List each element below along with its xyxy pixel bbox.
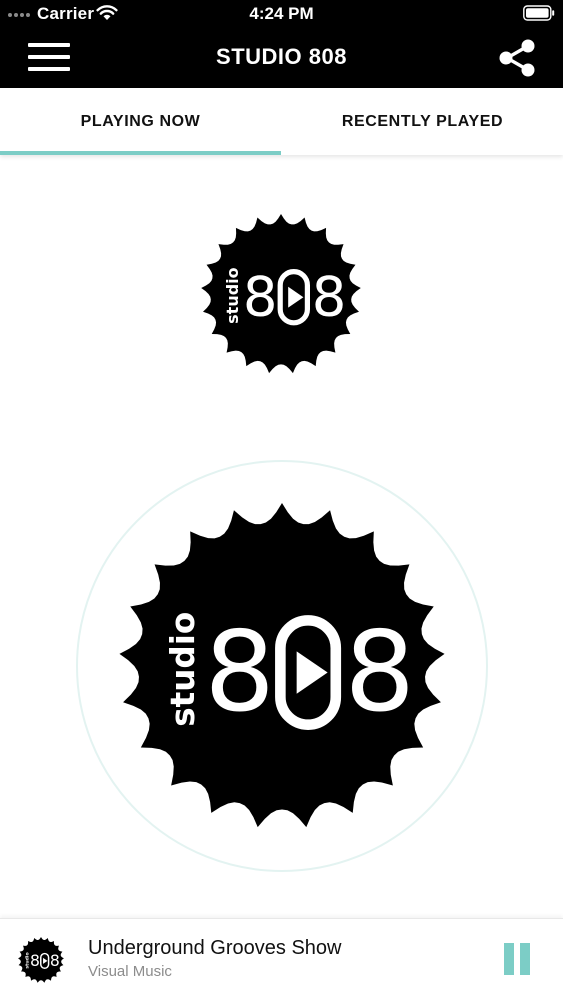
logo-word: studio (164, 612, 202, 727)
station-logo-small: studio 8 8 (201, 214, 361, 374)
logo-digit-left: 8 (30, 951, 40, 970)
active-tab-indicator (0, 151, 281, 155)
share-icon[interactable] (498, 38, 536, 78)
mini-player[interactable]: studio 8 8 Underground Grooves Show Visu… (0, 918, 563, 1000)
station-logo-thumbnail: studio 8 8 (18, 937, 64, 983)
battery-icon (523, 5, 555, 21)
pause-icon[interactable] (504, 943, 532, 975)
page-title: STUDIO 808 (216, 44, 347, 69)
status-time: 4:24 PM (249, 4, 314, 23)
logo-digit-left: 8 (204, 608, 275, 737)
logo-digit-right: 8 (312, 266, 347, 329)
tab-recently-played[interactable]: RECENTLY PLAYED (282, 88, 563, 155)
tab-playing-now[interactable]: PLAYING NOW (0, 88, 281, 155)
track-subtitle: Visual Music (88, 963, 172, 980)
logo-digit-right: 8 (50, 951, 60, 970)
logo-digit-left: 8 (243, 266, 278, 329)
logo-word: studio (223, 267, 242, 324)
status-bar: Carrier 4:24 PM (0, 0, 563, 28)
logo-word: studio (25, 952, 31, 968)
tab-bar: PLAYING NOW RECENTLY PLAYED (0, 88, 563, 155)
station-logo-large[interactable]: studio 8 8 (119, 503, 445, 829)
logo-digit-right: 8 (345, 608, 416, 737)
track-title: Underground Grooves Show (88, 937, 342, 959)
top-bar: Carrier 4:24 PM STUDIO 808 (0, 0, 563, 88)
nav-bar: STUDIO 808 (0, 28, 563, 88)
